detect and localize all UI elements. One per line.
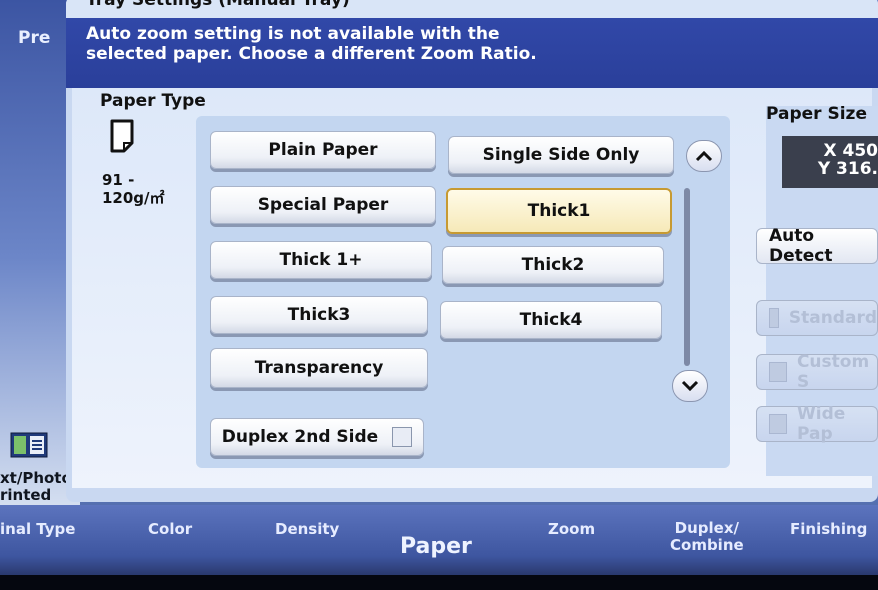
thick4-label: Thick4 (519, 310, 583, 330)
size-x-value: X 450 (823, 141, 878, 161)
copier-screen: Pre xt/Photo rinted Tray Settings (Manua… (0, 0, 878, 590)
auto-detect-label: Auto Detect (769, 226, 833, 266)
thick1plus-label: Thick 1+ (279, 250, 363, 270)
scroll-up-button[interactable] (686, 140, 722, 172)
thick3-label: Thick3 (287, 305, 351, 325)
tray-settings-dialog: Tray Settings (Manual Tray) Auto zoom se… (66, 0, 878, 502)
transparency-label: Transparency (254, 358, 384, 378)
special-paper-button[interactable]: Special Paper (210, 186, 436, 224)
thick1-label: Thick1 (527, 201, 591, 221)
plain-paper-label: Plain Paper (268, 140, 378, 160)
tab-original-type[interactable]: inal Type (0, 520, 75, 538)
dialog-title: Tray Settings (Manual Tray) (86, 0, 350, 10)
screen-bezel (0, 575, 878, 590)
size-y-value: Y 316. (817, 159, 878, 179)
paper-type-label: Paper Type (100, 91, 206, 111)
tab-finishing[interactable]: Finishing (790, 520, 867, 538)
custom-size-label: Custom S (796, 352, 870, 392)
scrollbar-track[interactable] (684, 188, 690, 366)
standard-size-label: Standard (788, 308, 877, 328)
special-paper-label: Special Paper (257, 195, 389, 215)
message-line-1: Auto zoom setting is not available with … (86, 24, 500, 44)
paper-weight: 91 - 120g/㎡ (102, 171, 165, 207)
tab-color[interactable]: Color (148, 520, 192, 538)
weight-line-2: 120g/㎡ (102, 189, 165, 207)
thick4-button[interactable]: Thick4 (440, 301, 662, 339)
chevron-down-icon (681, 380, 699, 392)
standard-size-button[interactable]: Standard (756, 300, 878, 336)
thick2-label: Thick2 (521, 255, 585, 275)
tab-paper[interactable]: Paper (400, 534, 472, 559)
thick1plus-button[interactable]: Thick 1+ (210, 241, 432, 279)
custom-size-button[interactable]: Custom S (756, 352, 878, 392)
duplex-2nd-side-label: Duplex 2nd Side (221, 427, 379, 447)
standard-size-checkbox (769, 308, 779, 328)
paper-size-label: Paper Size (766, 104, 867, 124)
thick1-button[interactable]: Thick1 (446, 188, 672, 234)
plain-paper-button[interactable]: Plain Paper (210, 131, 436, 169)
original-type-icon[interactable] (10, 432, 48, 458)
auto-detect-button[interactable]: Auto Detect (756, 226, 878, 266)
wide-paper-checkbox (769, 414, 788, 434)
duplex-2nd-side-checkbox[interactable] (392, 427, 413, 447)
transparency-button[interactable]: Transparency (210, 348, 428, 388)
wide-paper-label: Wide Pap (797, 404, 846, 444)
tab-duplex-combine[interactable]: Duplex/ Combine (670, 520, 744, 554)
single-side-only-label: Single Side Only (482, 145, 640, 165)
single-side-only-button[interactable]: Single Side Only (448, 136, 674, 174)
duplex-2nd-side-button[interactable]: Duplex 2nd Side (210, 418, 424, 456)
tab-density[interactable]: Density (275, 520, 339, 538)
paper-size-display: X 450 Y 316. (782, 136, 878, 188)
weight-line-1: 91 - (102, 171, 135, 189)
custom-size-checkbox (769, 362, 787, 382)
preview-label: Pre (18, 28, 51, 48)
thick3-button[interactable]: Thick3 (210, 296, 428, 334)
scroll-down-button[interactable] (672, 370, 708, 402)
paper-sheet-icon (110, 119, 134, 153)
wide-paper-button[interactable]: Wide Pap (756, 404, 878, 444)
chevron-up-icon (695, 150, 713, 162)
message-line-2: selected paper. Choose a different Zoom … (86, 44, 537, 64)
tab-zoom[interactable]: Zoom (548, 520, 595, 538)
warning-message: Auto zoom setting is not available with … (66, 18, 878, 88)
thick2-button[interactable]: Thick2 (442, 246, 664, 284)
dialog-title-bar: Tray Settings (Manual Tray) (66, 0, 878, 18)
